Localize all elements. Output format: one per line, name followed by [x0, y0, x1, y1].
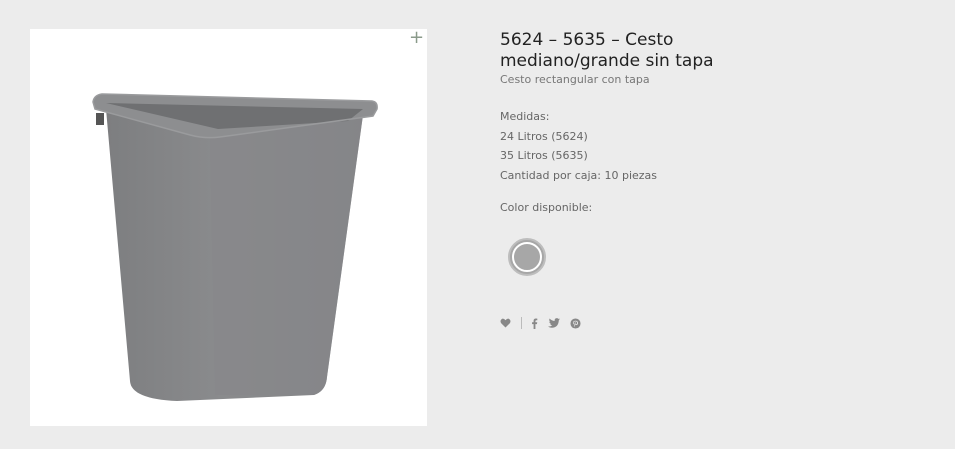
product-details: Medidas: 24 Litros (5624) 35 Litros (563… [500, 107, 930, 185]
product-info: 5624 – 5635 – Cesto mediano/grande sin t… [500, 30, 930, 330]
color-swatch-gray[interactable] [508, 238, 546, 276]
share-bar [500, 316, 930, 330]
product-image-container: + [30, 29, 427, 426]
color-label: Color disponible: [500, 201, 593, 214]
product-subtitle: Cesto rectangular con tapa [500, 73, 650, 86]
color-swatch-fill [512, 242, 542, 272]
share-divider [521, 317, 522, 329]
heart-icon[interactable] [500, 318, 511, 328]
details-line: Cantidad por caja: 10 piezas [500, 168, 658, 182]
facebook-icon[interactable] [531, 317, 538, 329]
details-heading: Medidas: [500, 110, 550, 123]
twitter-icon[interactable] [548, 318, 560, 328]
product-image[interactable] [30, 29, 427, 426]
plus-icon[interactable]: + [409, 29, 424, 47]
details-line: 24 Litros (5624) [500, 129, 588, 143]
details-line: 35 Litros (5635) [500, 149, 588, 162]
product-title: 5624 – 5635 – Cesto mediano/grande sin t… [500, 30, 714, 71]
pinterest-icon[interactable] [570, 317, 581, 329]
